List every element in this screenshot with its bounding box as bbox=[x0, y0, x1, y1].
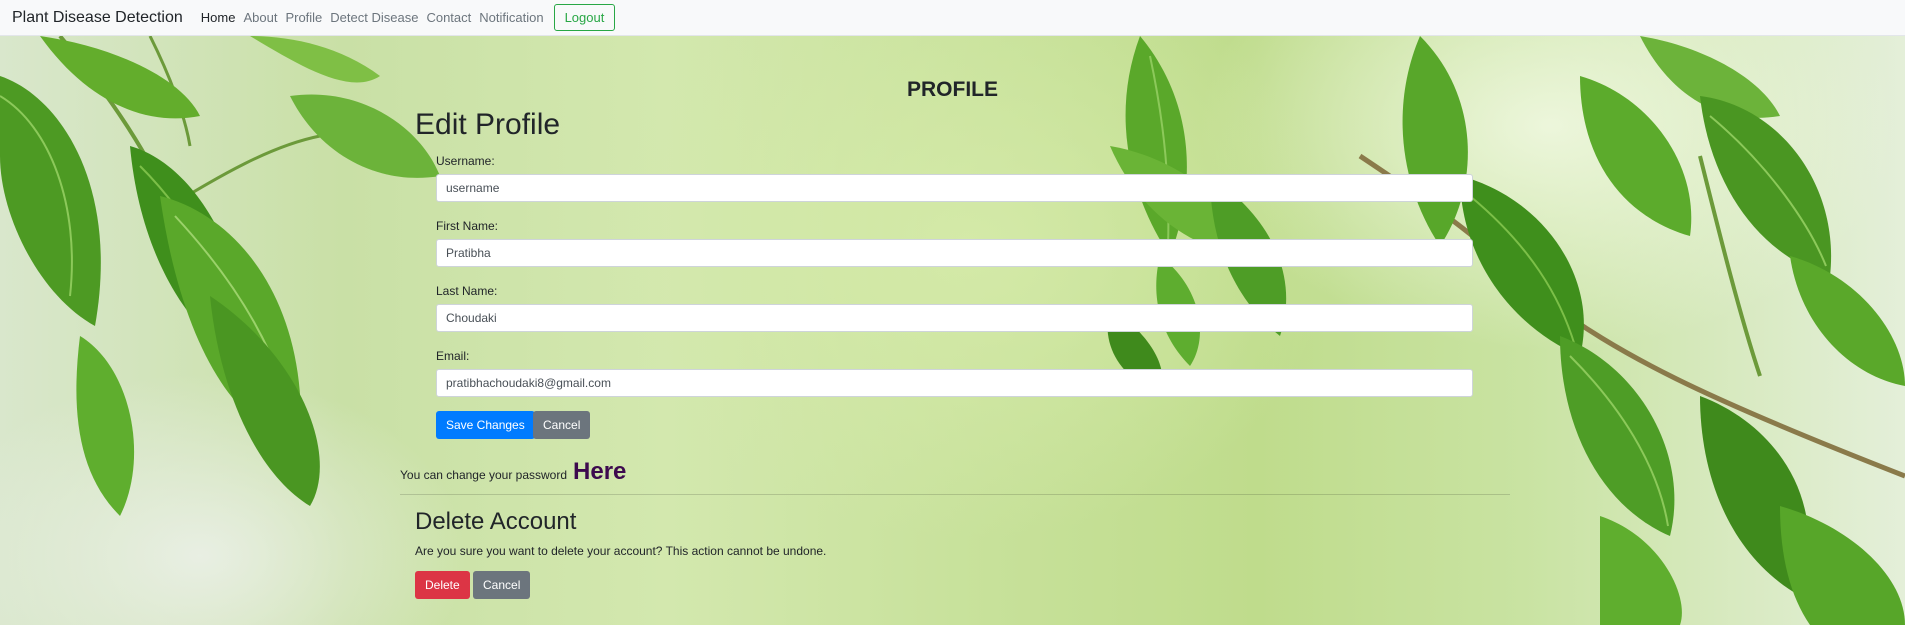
delete-account-message: Are you sure you want to delete your acc… bbox=[415, 544, 827, 558]
nav-link-home[interactable]: Home bbox=[201, 10, 236, 25]
nav-link-about[interactable]: About bbox=[243, 10, 277, 25]
change-password-text: You can change your password bbox=[400, 468, 568, 482]
change-password-row: You can change your password Here bbox=[400, 458, 626, 486]
email-label: Email: bbox=[436, 349, 470, 363]
last-name-field[interactable]: Choudaki bbox=[436, 304, 1473, 332]
change-password-link[interactable]: Here bbox=[573, 458, 626, 486]
profile-section: PROFILE Edit Profile Username: username … bbox=[0, 36, 1905, 625]
brand-link[interactable]: Plant Disease Detection bbox=[12, 9, 183, 27]
edit-profile-heading: Edit Profile bbox=[415, 108, 561, 141]
top-navbar: Plant Disease Detection Home About Profi… bbox=[0, 0, 1905, 36]
nav-link-detect-disease[interactable]: Detect Disease bbox=[330, 10, 418, 25]
delete-account-button[interactable]: Delete bbox=[415, 571, 470, 599]
cancel-delete-button[interactable]: Cancel bbox=[473, 571, 531, 599]
username-label: Username: bbox=[436, 154, 495, 168]
email-field[interactable]: pratibhachoudaki8@gmail.com bbox=[436, 369, 1473, 397]
save-changes-button[interactable]: Save Changes bbox=[436, 411, 535, 439]
nav-link-profile[interactable]: Profile bbox=[285, 10, 322, 25]
page-title: PROFILE bbox=[906, 78, 998, 101]
first-name-field[interactable]: Pratibha bbox=[436, 239, 1473, 267]
last-name-label: Last Name: bbox=[436, 284, 498, 298]
nav-link-notification[interactable]: Notification bbox=[479, 10, 543, 25]
logout-button[interactable]: Logout bbox=[553, 4, 616, 31]
nav-link-contact[interactable]: Contact bbox=[426, 10, 471, 25]
delete-account-heading: Delete Account bbox=[415, 508, 577, 535]
username-field[interactable]: username bbox=[436, 174, 1473, 202]
cancel-edit-button[interactable]: Cancel bbox=[533, 411, 591, 439]
section-divider bbox=[400, 494, 1510, 495]
first-name-label: First Name: bbox=[436, 219, 499, 233]
